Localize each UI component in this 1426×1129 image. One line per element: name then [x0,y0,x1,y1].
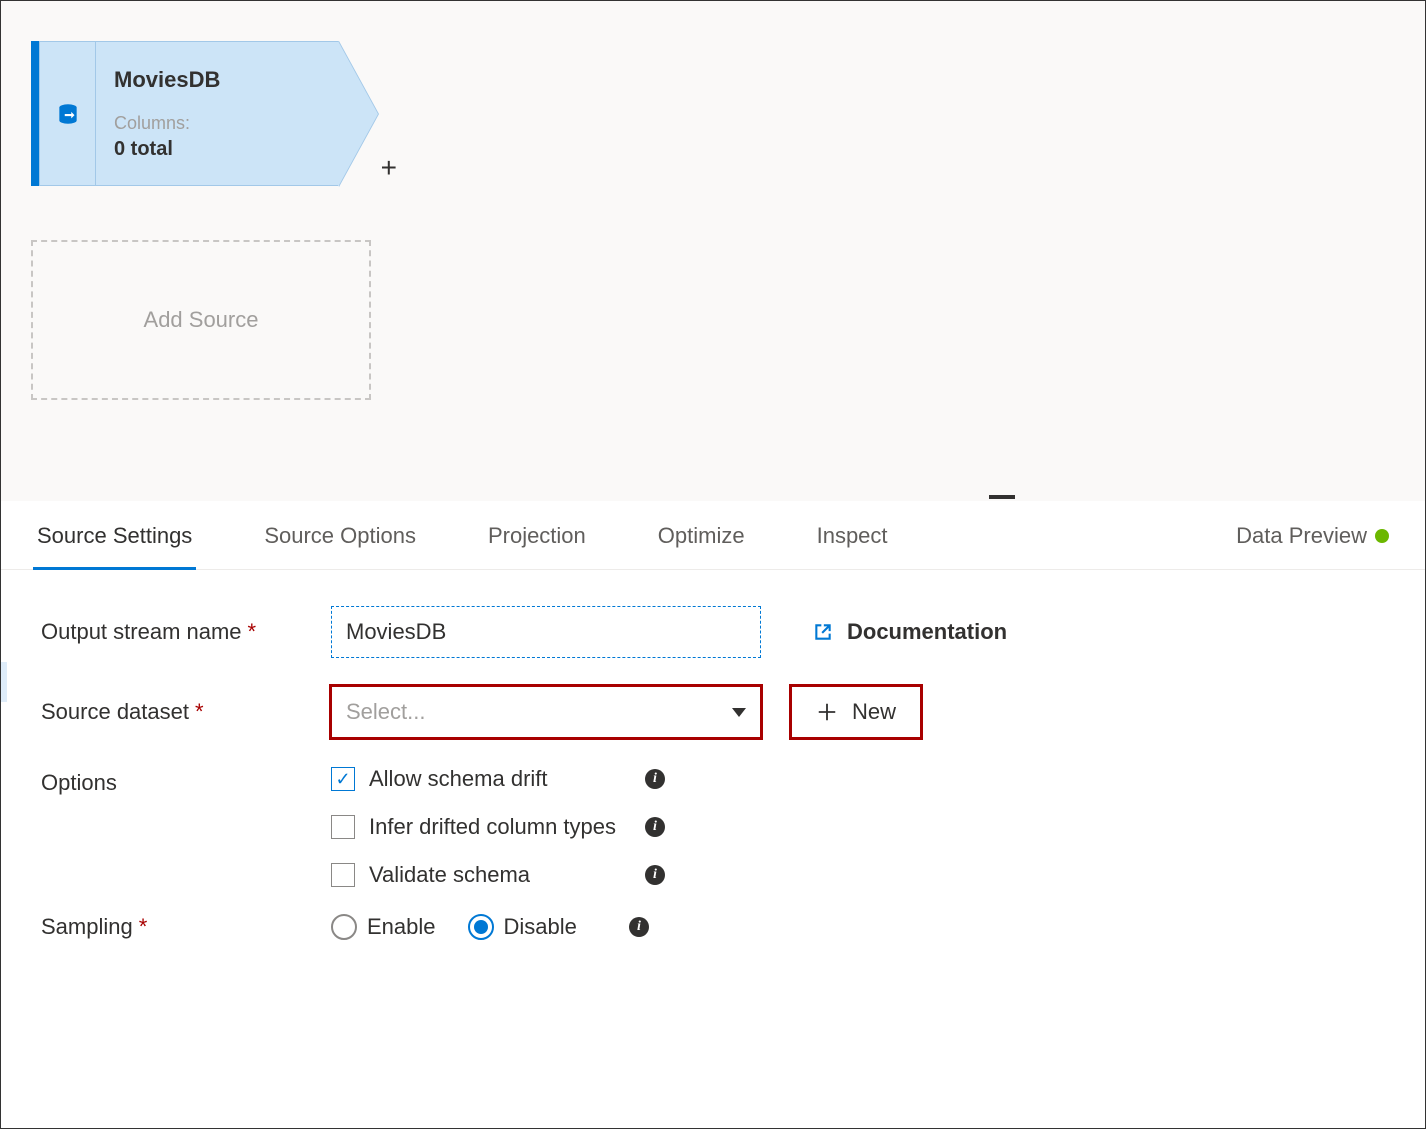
info-icon[interactable]: i [645,817,665,837]
plus-icon [816,701,838,723]
required-indicator: * [248,619,257,645]
add-connector-icon[interactable]: + [381,152,397,184]
checkbox-icon [331,863,355,887]
tab-source-options[interactable]: Source Options [260,501,420,569]
tab-projection[interactable]: Projection [484,501,590,569]
settings-panel: Output stream name * Documentation Sourc… [1,570,1425,1002]
panel-left-accent [1,662,7,702]
tab-optimize[interactable]: Optimize [654,501,749,569]
add-source-button[interactable]: Add Source [31,240,371,400]
tabs-bar: Source Settings Source Options Projectio… [1,501,1425,570]
source-dataset-select[interactable]: Select... [331,686,761,738]
option-infer-drifted-types[interactable]: Infer drifted column types i [331,814,665,840]
source-node[interactable]: MoviesDB Columns: 0 total + [31,41,339,186]
source-columns-count: 0 total [114,138,320,161]
radio-icon [468,914,494,940]
node-accent-bar [31,41,39,186]
tab-data-preview[interactable]: Data Preview [1232,501,1393,569]
resize-handle[interactable] [989,495,1015,499]
add-source-label: Add Source [144,307,259,333]
info-icon[interactable]: i [629,917,649,937]
output-stream-label: Output stream name * [41,619,331,645]
option-validate-schema[interactable]: Validate schema i [331,862,665,888]
checkbox-icon: ✓ [331,767,355,791]
required-indicator: * [195,699,204,725]
radio-icon [331,914,357,940]
canvas-area[interactable]: MoviesDB Columns: 0 total + Add Source [1,1,1425,501]
source-columns-label: Columns: [114,113,320,134]
info-icon[interactable]: i [645,865,665,885]
source-node-title: MoviesDB [114,67,320,93]
output-stream-input[interactable] [331,606,761,658]
chevron-down-icon [732,708,746,717]
sampling-label: Sampling * [41,914,331,940]
required-indicator: * [139,914,148,940]
checkbox-icon [331,815,355,839]
info-icon[interactable]: i [645,769,665,789]
option-allow-schema-drift[interactable]: ✓ Allow schema drift i [331,766,665,792]
sampling-enable-radio[interactable]: Enable [331,914,436,940]
source-type-icon [40,42,96,185]
new-button[interactable]: New [789,684,923,740]
status-dot-icon [1375,529,1389,543]
external-link-icon [813,622,833,642]
sampling-disable-radio[interactable]: Disable [468,914,577,940]
documentation-link[interactable]: Documentation [813,619,1007,645]
source-dataset-label: Source dataset * [41,699,331,725]
options-label: Options [41,766,331,796]
tab-inspect[interactable]: Inspect [813,501,892,569]
tab-source-settings[interactable]: Source Settings [33,501,196,569]
